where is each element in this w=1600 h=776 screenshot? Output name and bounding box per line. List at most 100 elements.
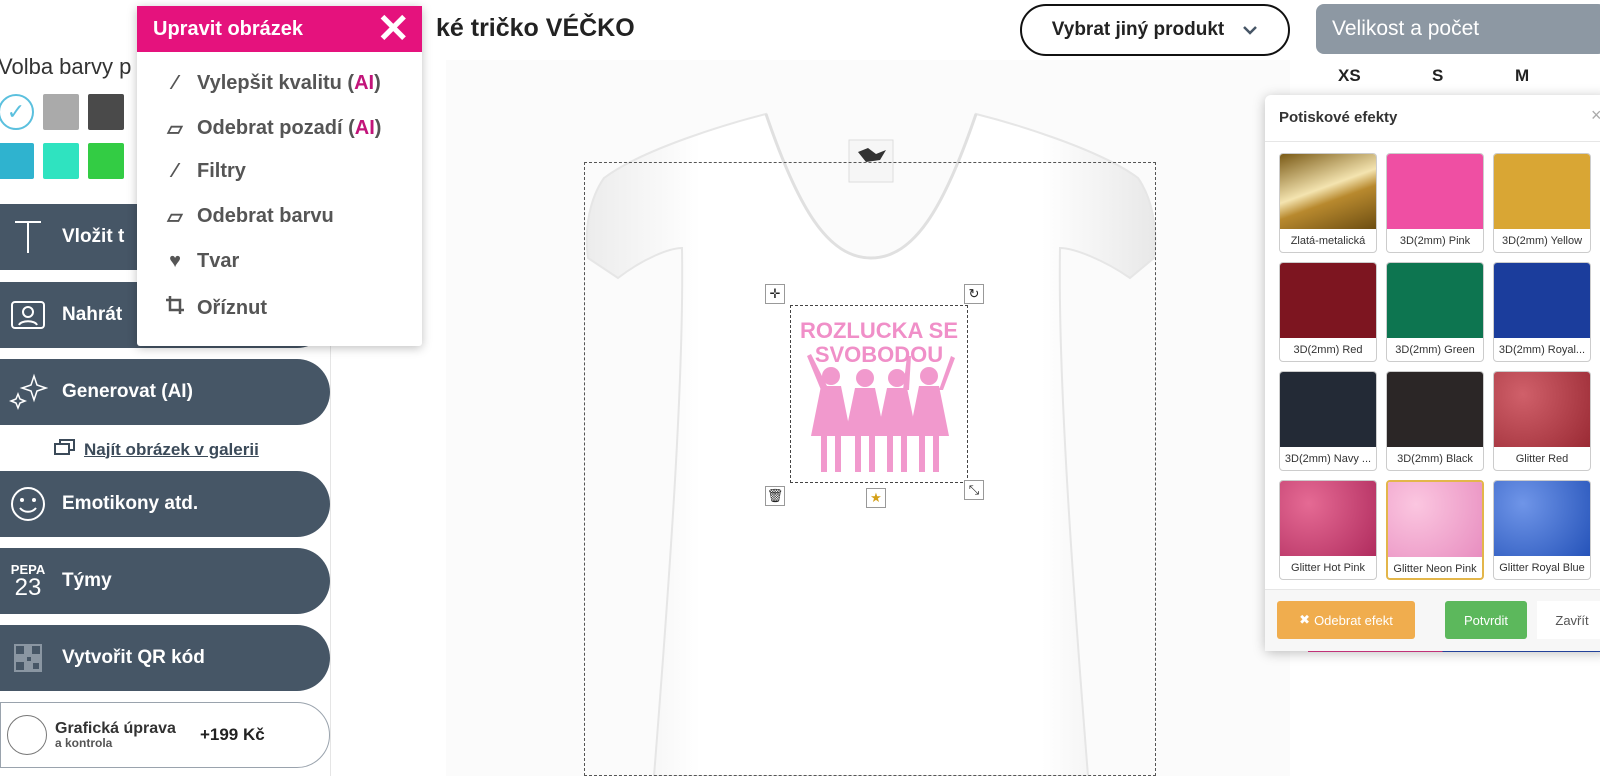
effect-swatch xyxy=(1280,372,1376,447)
effect-label: 3D(2mm) Red xyxy=(1293,344,1363,356)
graphic-edit-title: Grafická úprava xyxy=(55,719,176,737)
resize-handle-icon[interactable]: ⤡ xyxy=(964,480,984,500)
effect-label: 3D(2mm) Yellow xyxy=(1501,235,1583,247)
menu-item-crop[interactable]: Oříznut xyxy=(163,296,267,320)
filters-label: Filtry xyxy=(197,160,246,182)
eraser-icon: ▱ xyxy=(167,118,183,140)
menu-item-remove-background[interactable]: ▱ Odebrat pozadí (AI) xyxy=(163,116,381,141)
color-swatch-cyan[interactable] xyxy=(0,143,34,179)
heart-icon: ♥ xyxy=(169,250,181,272)
effect-option[interactable]: 3D(2mm) Pink xyxy=(1386,153,1484,253)
remove-x-icon: ✖ xyxy=(1299,612,1311,627)
color-choice-label: Volba barvy p xyxy=(0,54,132,79)
effect-label: 3D(2mm) Navy ... xyxy=(1284,453,1372,465)
close-button[interactable]: Zavřít xyxy=(1537,601,1600,639)
crop-icon xyxy=(163,296,187,320)
choose-product-button[interactable]: Vybrat jiný produkt xyxy=(1020,4,1290,56)
effect-swatch xyxy=(1387,372,1483,447)
effect-option[interactable]: Glitter Neon Pink xyxy=(1386,480,1484,580)
effect-option[interactable]: Glitter Red xyxy=(1493,371,1591,471)
gallery-icon xyxy=(54,438,76,461)
emoticons-button[interactable]: Emotikony atd. xyxy=(0,471,330,537)
print-effects-panel: Potiskové efekty × Zlatá-metalická 3D(2mm… xyxy=(1265,95,1600,651)
teams-button[interactable]: PEPA 23 Týmy xyxy=(0,548,330,614)
graphic-edit-option[interactable]: Grafická úprava a kontrola +199 Kč xyxy=(0,702,330,768)
shape-label: Tvar xyxy=(197,250,240,272)
magic-wand-icon: ⁄ xyxy=(173,160,177,182)
eraser-icon: ▱ xyxy=(167,206,183,228)
rotate-handle-icon[interactable]: ↻ xyxy=(964,284,984,304)
graphic-edit-checkbox[interactable] xyxy=(7,715,47,755)
color-swatch-gray[interactable] xyxy=(43,94,79,130)
menu-item-enhance-quality[interactable]: ⁄ Vylepšit kvalitu (AI) xyxy=(163,72,381,95)
effect-swatch xyxy=(1280,263,1376,338)
team-icon-number: 23 xyxy=(14,573,42,601)
design-selection-box[interactable]: ROZLUCKA SE SVOBODOU xyxy=(790,305,968,483)
graphic-edit-subtitle: a kontrola xyxy=(55,736,113,751)
effect-label: Glitter Royal Blue xyxy=(1499,562,1585,574)
effect-label: 3D(2mm) Green xyxy=(1395,344,1475,356)
ai-tag: AI xyxy=(354,117,375,139)
effect-option[interactable]: 3D(2mm) Green xyxy=(1386,262,1484,362)
effect-option[interactable]: 3D(2mm) Black xyxy=(1386,371,1484,471)
effect-swatch xyxy=(1387,263,1483,338)
qr-button[interactable]: Vytvořit QR kód xyxy=(0,625,330,691)
edit-image-menu: Upravit obrázek ✕ ⁄ Vylepšit kvalitu (AI… xyxy=(137,6,422,346)
effect-label: Glitter Neon Pink xyxy=(1393,563,1477,575)
delete-handle-icon[interactable]: 🗑 xyxy=(765,486,785,506)
effect-option[interactable]: 3D(2mm) Navy ... xyxy=(1279,371,1377,471)
remove-effect-button[interactable]: ✖ Odebrat efekt xyxy=(1277,601,1415,639)
remove-effect-label: Odebrat efekt xyxy=(1314,612,1393,628)
edit-menu-header: Upravit obrázek ✕ xyxy=(137,6,422,52)
design-image: ROZLUCKA SE SVOBODOU xyxy=(800,318,958,472)
confirm-button[interactable]: Potvrdit xyxy=(1445,601,1527,639)
effect-swatch xyxy=(1494,481,1590,556)
product-title: ké tričko VÉČKO xyxy=(436,14,635,42)
menu-item-shape[interactable]: ♥ Tvar xyxy=(163,250,239,273)
edit-menu-title: Upravit obrázek xyxy=(153,17,304,40)
size-label-xs: XS xyxy=(1338,66,1361,85)
color-swatch-dark-gray[interactable] xyxy=(88,94,124,130)
close-icon[interactable]: × xyxy=(1591,105,1600,126)
effect-label: Glitter Red xyxy=(1515,453,1569,465)
move-handle-icon[interactable]: ✛ xyxy=(765,284,785,304)
color-swatch-white[interactable] xyxy=(0,94,34,130)
effect-swatch xyxy=(1494,154,1590,229)
size-label-m: M xyxy=(1515,66,1530,85)
ai-tag: AI xyxy=(354,72,375,94)
star-handle-icon[interactable]: ★ xyxy=(866,488,886,508)
effects-divider xyxy=(1265,141,1600,142)
gallery-link-text: Najít obrázek v galerii xyxy=(84,439,259,459)
design-text-line2: SVOBODOU xyxy=(815,342,943,367)
effect-swatch xyxy=(1494,263,1590,338)
menu-item-filters[interactable]: ⁄ Filtry xyxy=(163,160,246,183)
emoticons-label: Emotikony atd. xyxy=(62,493,199,514)
color-swatch-turquoise[interactable] xyxy=(43,143,79,179)
effect-label: 3D(2mm) Black xyxy=(1397,453,1473,465)
menu-item-remove-color[interactable]: ▱ Odebrat barvu xyxy=(163,204,333,229)
effect-option[interactable]: 3D(2mm) Royal... xyxy=(1493,262,1591,362)
upload-label: Nahrát xyxy=(62,304,123,325)
teams-label: Týmy xyxy=(62,570,112,591)
color-swatch-green[interactable] xyxy=(88,143,124,179)
effect-option[interactable]: 3D(2mm) Yellow xyxy=(1493,153,1591,253)
effect-swatch xyxy=(1494,372,1590,447)
smiley-icon xyxy=(0,485,56,523)
generate-ai-button[interactable]: Generovat (AI) xyxy=(0,359,330,425)
effect-option[interactable]: Zlatá-metalická xyxy=(1279,153,1377,253)
effect-option[interactable]: Glitter Hot Pink xyxy=(1279,480,1377,580)
gallery-link[interactable]: Najít obrázek v galerii xyxy=(54,438,259,461)
text-icon xyxy=(0,219,56,255)
ai-tag-close: ) xyxy=(374,72,381,94)
insert-text-label: Vložit t xyxy=(62,226,125,247)
magic-wand-icon: ⁄ xyxy=(173,72,177,94)
generate-label: Generovat (AI) xyxy=(62,381,193,402)
effects-title: Potiskové efekty xyxy=(1279,109,1398,126)
effect-option[interactable]: Glitter Royal Blue xyxy=(1493,480,1591,580)
close-icon[interactable]: ✕ xyxy=(376,9,410,49)
effect-label: Zlatá-metalická xyxy=(1290,235,1366,247)
qr-icon xyxy=(0,643,56,673)
size-quantity-header[interactable]: Velikost a počet xyxy=(1316,4,1600,54)
portrait-icon xyxy=(0,300,56,330)
effect-option[interactable]: 3D(2mm) Red xyxy=(1279,262,1377,362)
